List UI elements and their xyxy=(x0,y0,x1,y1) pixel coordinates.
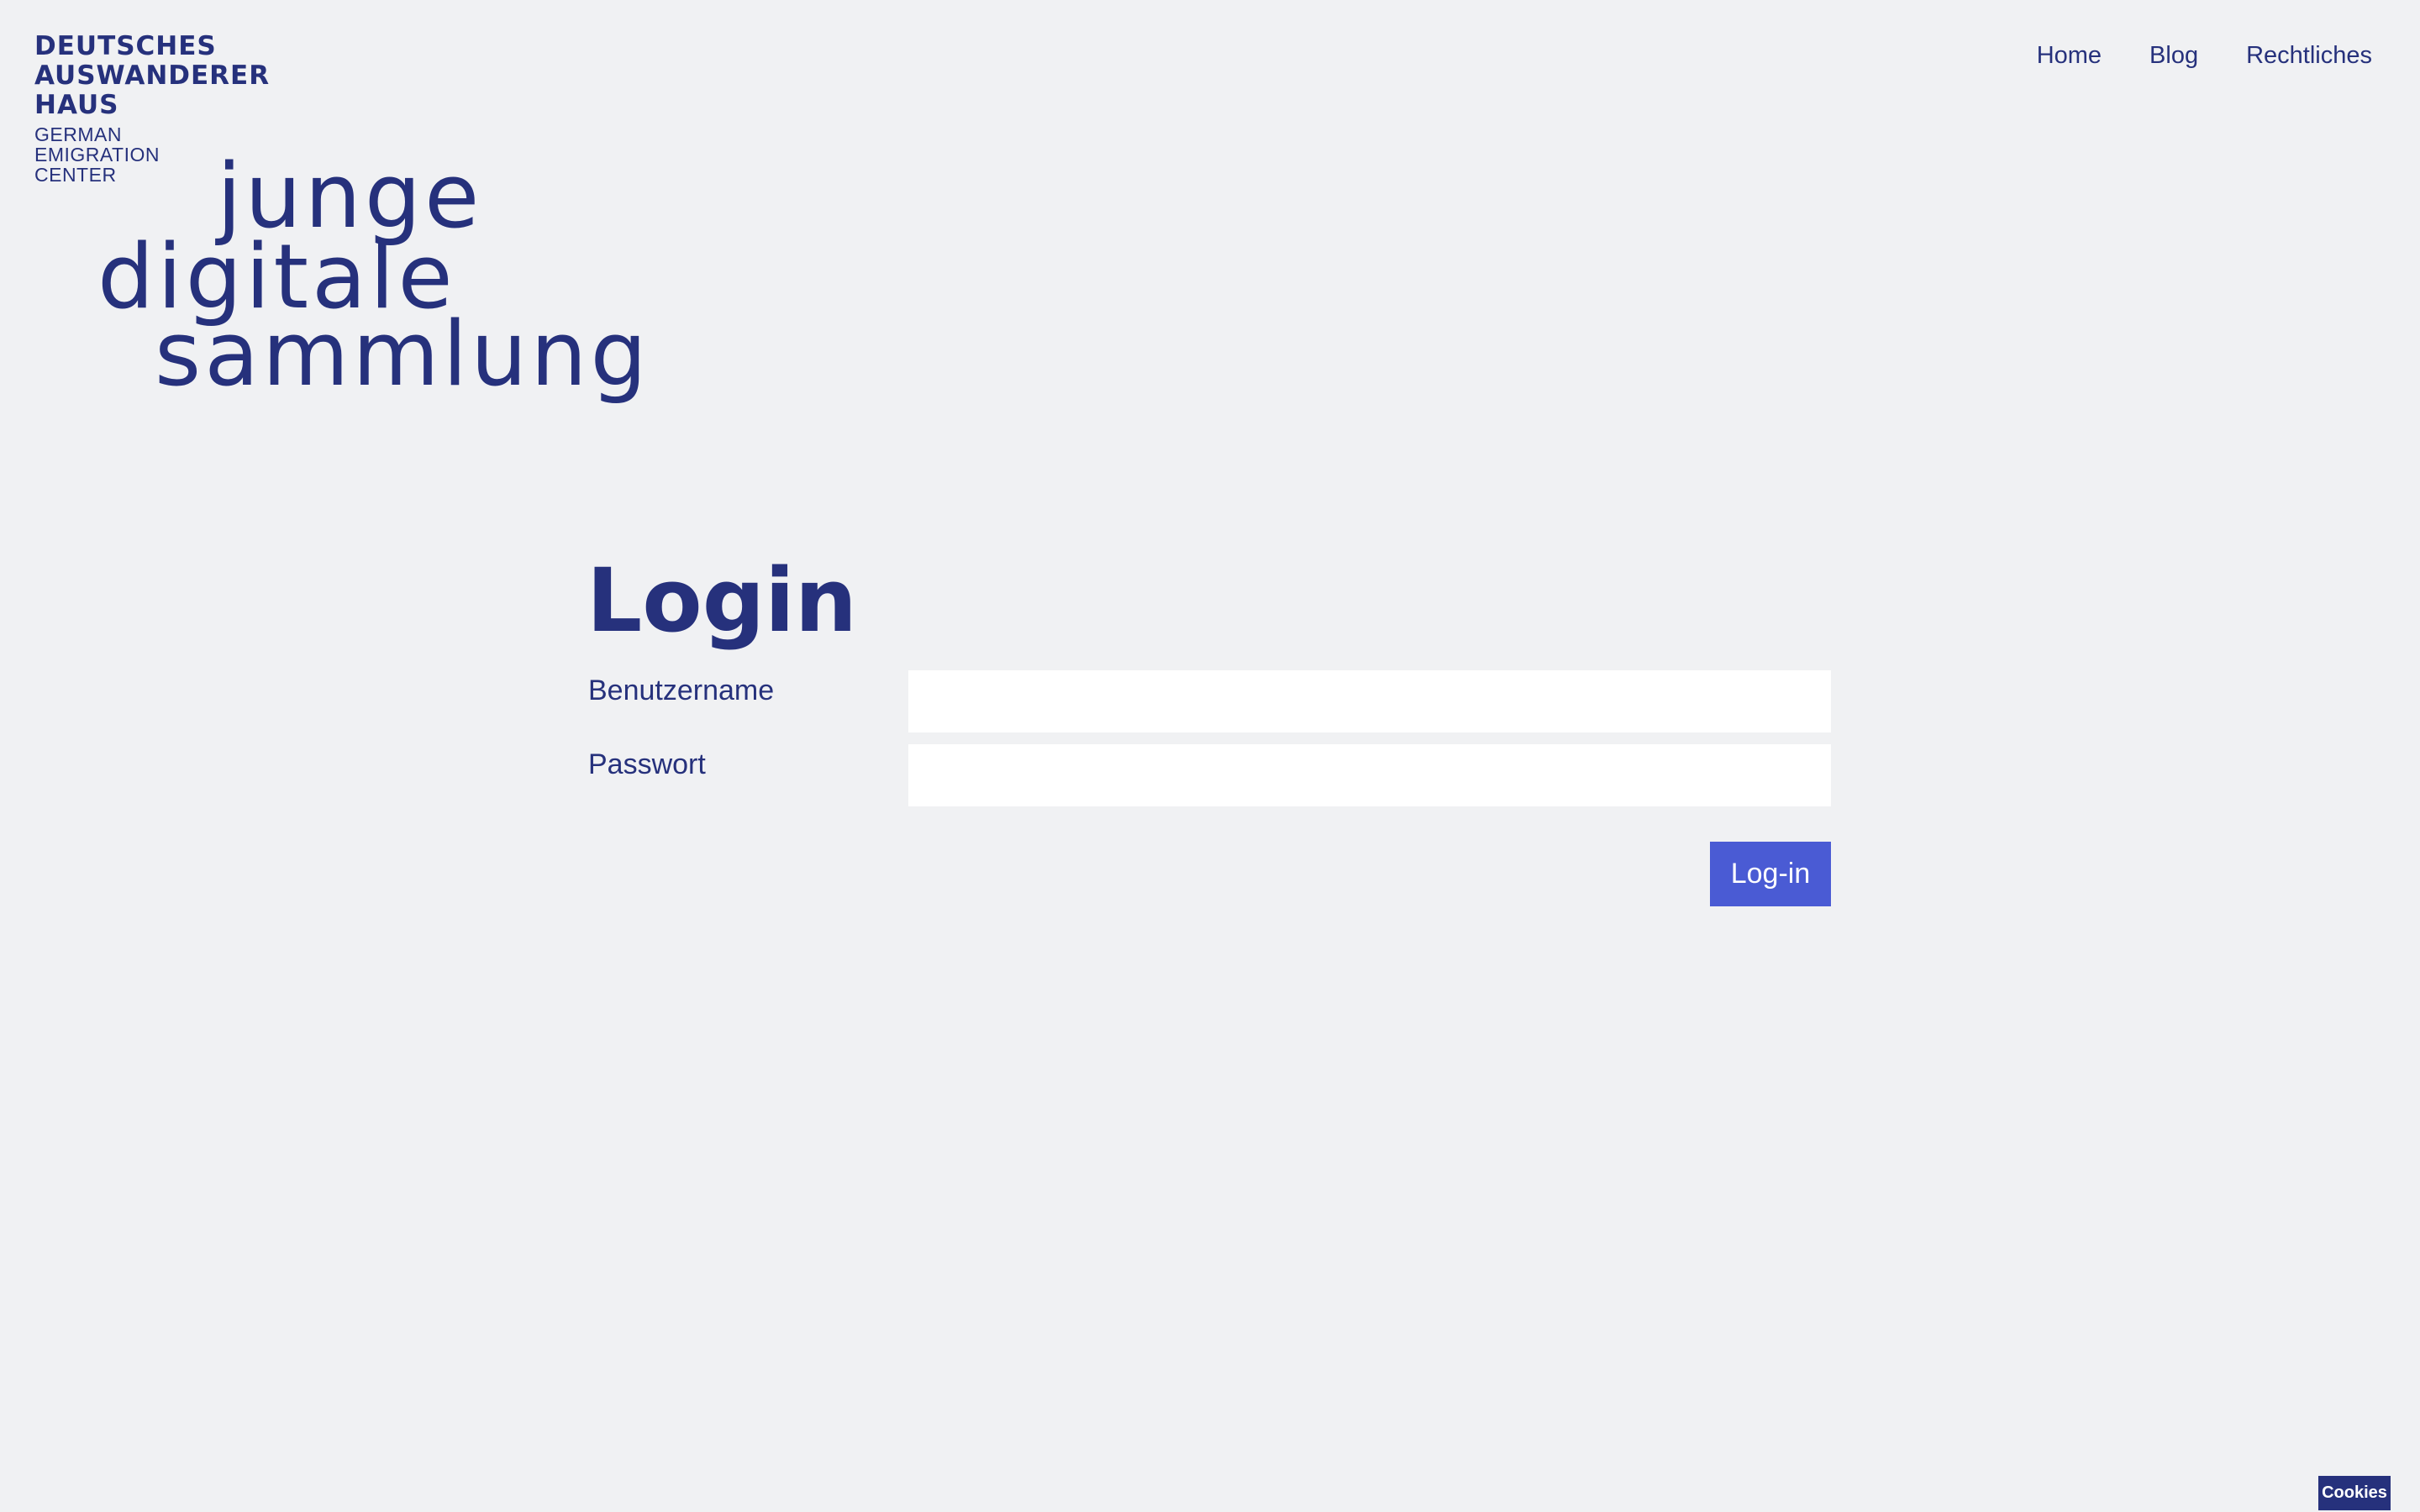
page-title: Login xyxy=(587,549,857,652)
logo-sub-line: GERMAN xyxy=(34,123,122,145)
username-input[interactable] xyxy=(908,670,1831,732)
username-row: Benutzername xyxy=(588,670,1832,732)
logo-wordmark: DEUTSCHES AUSWANDERER HAUS xyxy=(34,32,270,120)
logo-line: AUSWANDERER xyxy=(34,60,271,91)
cookies-button[interactable]: Cookies xyxy=(2318,1476,2391,1510)
nav-link-home[interactable]: Home xyxy=(2037,39,2102,72)
logo-line: DEUTSCHES xyxy=(34,31,217,61)
logo-line: HAUS xyxy=(34,90,119,120)
wordmark-line: sammlung xyxy=(155,302,650,406)
password-label: Passwort xyxy=(588,748,706,780)
nav-link-blog[interactable]: Blog xyxy=(2149,39,2198,72)
login-button[interactable]: Log-in xyxy=(1710,842,1831,906)
nav-link-rechtliches[interactable]: Rechtliches xyxy=(2246,39,2372,72)
username-label: Benutzername xyxy=(588,675,775,706)
password-row: Passwort xyxy=(588,744,1832,806)
main-navigation: Home Blog Rechtliches xyxy=(2037,39,2372,72)
password-input[interactable] xyxy=(908,744,1831,806)
